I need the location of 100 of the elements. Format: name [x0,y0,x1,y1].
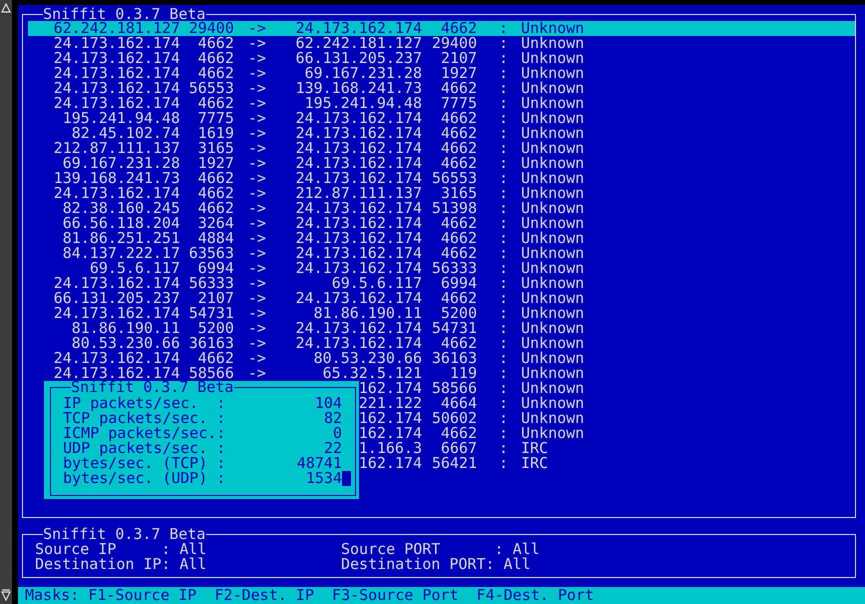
connection-row[interactable]: 24.173.162.174 58566 -> 65.32.5.121 119 : Unknown [28,366,855,381]
destination-ip: 24.173.162.174 [294,246,422,261]
source-port: 4662 [196,96,234,111]
connection-row[interactable]: 162.174 50602 : Unknown [358,411,855,426]
destination-ip: 24.173.162.174 [294,321,422,336]
connection-row[interactable]: 66.131.205.237 2107 -> 24.173.162.174 4662 : Unknown [28,291,855,306]
separator-text: : [498,336,510,351]
source-ip: 24.173.162.174 [52,366,180,381]
scrollbar[interactable] [0,0,12,604]
separator-text: : [498,171,510,186]
destination-ip: 162.174 [358,426,422,441]
connection-row[interactable]: 139.168.241.73 4662 -> 24.173.162.174 56553 : Unknown [28,171,855,186]
destination-port: 4662 [440,291,477,306]
source-port: 1927 [196,156,234,171]
protocol-text: Unknown [521,51,586,66]
connection-row[interactable]: 80.53.230.66 36163 -> 24.173.162.174 4662 : Unknown [28,336,855,351]
source-ip: 24.173.162.174 [52,351,180,366]
connection-row[interactable]: 24.173.162.174 4662 -> 195.241.94.48 7775 : Unknown [28,96,855,111]
down-arrow-icon[interactable] [1,589,11,601]
separator-text: : [498,81,510,96]
destination-port: 4662 [440,231,477,246]
connection-row[interactable]: 24.173.162.174 4662 -> 62.242.181.127 29400 : Unknown [28,36,855,51]
destination-port: 56421 [430,456,477,471]
destination-port: 58566 [430,381,477,396]
arrow-text: -> [247,186,268,201]
destination-ip: 81.86.190.11 [314,306,422,321]
separator-text: : [498,396,510,411]
source-port: 29400 [188,21,234,36]
destination-ip: 69.167.231.28 [304,66,422,81]
protocol-text: Unknown [521,66,586,81]
destination-port: 4662 [440,141,477,156]
connection-row[interactable]: 24.173.162.174 56553 -> 139.168.241.73 4662 : Unknown [28,81,855,96]
popup-title: Sniffit 0.3.7 Beta [71,381,234,394]
separator-text: : [498,96,510,111]
separator-text: : [498,276,510,291]
connection-row[interactable]: 24.173.162.174 56333 -> 69.5.6.117 6994 : Unknown [28,276,855,291]
separator-text: : [498,111,510,126]
destination-port: 4662 [440,126,477,141]
separator-text: : [498,246,510,261]
connection-row[interactable]: 24.173.162.174 4662 -> 66.131.205.237 2107 : Unknown [28,51,855,66]
up-arrow-icon[interactable] [1,3,11,13]
connection-row[interactable]: 24.173.162.174 54731 -> 81.86.190.11 5200 : Unknown [28,306,855,321]
connection-row[interactable]: 82.45.102.74 1619 -> 24.173.162.174 4662 : Unknown [28,126,855,141]
connection-row[interactable]: 212.87.111.137 3165 -> 24.173.162.174 4662 : Unknown [28,141,855,156]
protocol-text: Unknown [521,81,586,96]
destination-ip: 24.173.162.174 [294,111,422,126]
source-port: 4662 [198,66,234,81]
protocol-text: Unknown [521,111,586,126]
protocol-text: Unknown [521,141,586,156]
separator-text: : [498,126,510,141]
separator-text: : [498,201,510,216]
arrow-text: -> [247,246,268,261]
stat-label: UDP packets/sec. : [63,441,227,456]
protocol-text: Unknown [521,246,586,261]
protocol-text: Unknown [521,426,586,441]
connection-row[interactable]: 84.137.222.17 63563 -> 24.173.162.174 4662 : Unknown [28,246,855,261]
source-ip: 69.5.6.117 [90,261,180,276]
stat-value: 0 [332,426,342,441]
source-port: 58566 [188,366,234,381]
destination-ip: 24.173.162.174 [294,21,422,36]
destination-port: 6667 [440,441,477,456]
separator-text: : [498,36,510,51]
destination-ip: 24.173.162.174 [294,336,422,351]
text-cursor [342,471,351,486]
arrow-text: -> [247,81,268,96]
connection-row[interactable]: 221.122 4664 : Unknown [358,396,855,411]
stat-label: TCP packets/sec. : [63,411,227,426]
separator-text: : [498,231,510,246]
source-port: 4884 [198,231,234,246]
arrow-text: -> [247,261,268,276]
filter-text: Source IP : All [35,542,208,557]
arrow-text: -> [247,126,268,141]
connection-row[interactable]: 195.241.94.48 7775 -> 24.173.162.174 4662 : Unknown [28,111,855,126]
connection-row[interactable]: 69.167.231.28 1927 -> 24.173.162.174 4662 : Unknown [28,156,855,171]
stat-label: bytes/sec. (TCP) : [63,456,227,471]
connection-row[interactable]: 24.173.162.174 4662 -> 212.87.111.137 3165 : Unknown [28,186,855,201]
connection-row[interactable]: 1.166.3 6667 : IRC [358,441,855,456]
connection-row[interactable]: 24.173.162.174 4662 -> 80.53.230.66 36163 : Unknown [28,351,855,366]
destination-port: 36163 [430,351,477,366]
connection-row[interactable]: 24.173.162.174 4662 -> 69.167.231.28 1927 : Unknown [28,66,855,81]
connection-row[interactable]: 69.5.6.117 6994 -> 24.173.162.174 56333 : Unknown [28,261,855,276]
connection-row[interactable]: 62.242.181.127 29400 -> 24.173.162.174 4662 : Unknown [28,21,855,36]
source-port: 5200 [198,321,234,336]
arrow-text: -> [247,291,268,306]
protocol-text: Unknown [521,396,586,411]
protocol-text: Unknown [521,351,586,366]
connection-row[interactable]: 162.174 56421 : IRC [358,456,855,471]
connection-row[interactable]: 162.174 4662 : Unknown [358,426,855,441]
separator-text: : [498,51,510,66]
destination-port: 56553 [430,171,477,186]
connection-row[interactable]: 82.38.160.245 4662 -> 24.173.162.174 51398 : Unknown [28,201,855,216]
destination-port: 119 [450,366,477,381]
destination-port: 4662 [440,336,477,351]
protocol-text: Unknown [521,126,586,141]
connection-row[interactable]: 162.174 58566 : Unknown [358,381,855,396]
separator-text: : [498,291,510,306]
source-port: 1619 [196,126,234,141]
connection-row[interactable]: 81.86.251.251 4884 -> 24.173.162.174 4662 : Unknown [28,231,855,246]
connection-row[interactable]: 81.86.190.11 5200 -> 24.173.162.174 54731 : Unknown [28,321,855,336]
connection-row[interactable]: 66.56.118.204 3264 -> 24.173.162.174 4662 : Unknown [28,216,855,231]
